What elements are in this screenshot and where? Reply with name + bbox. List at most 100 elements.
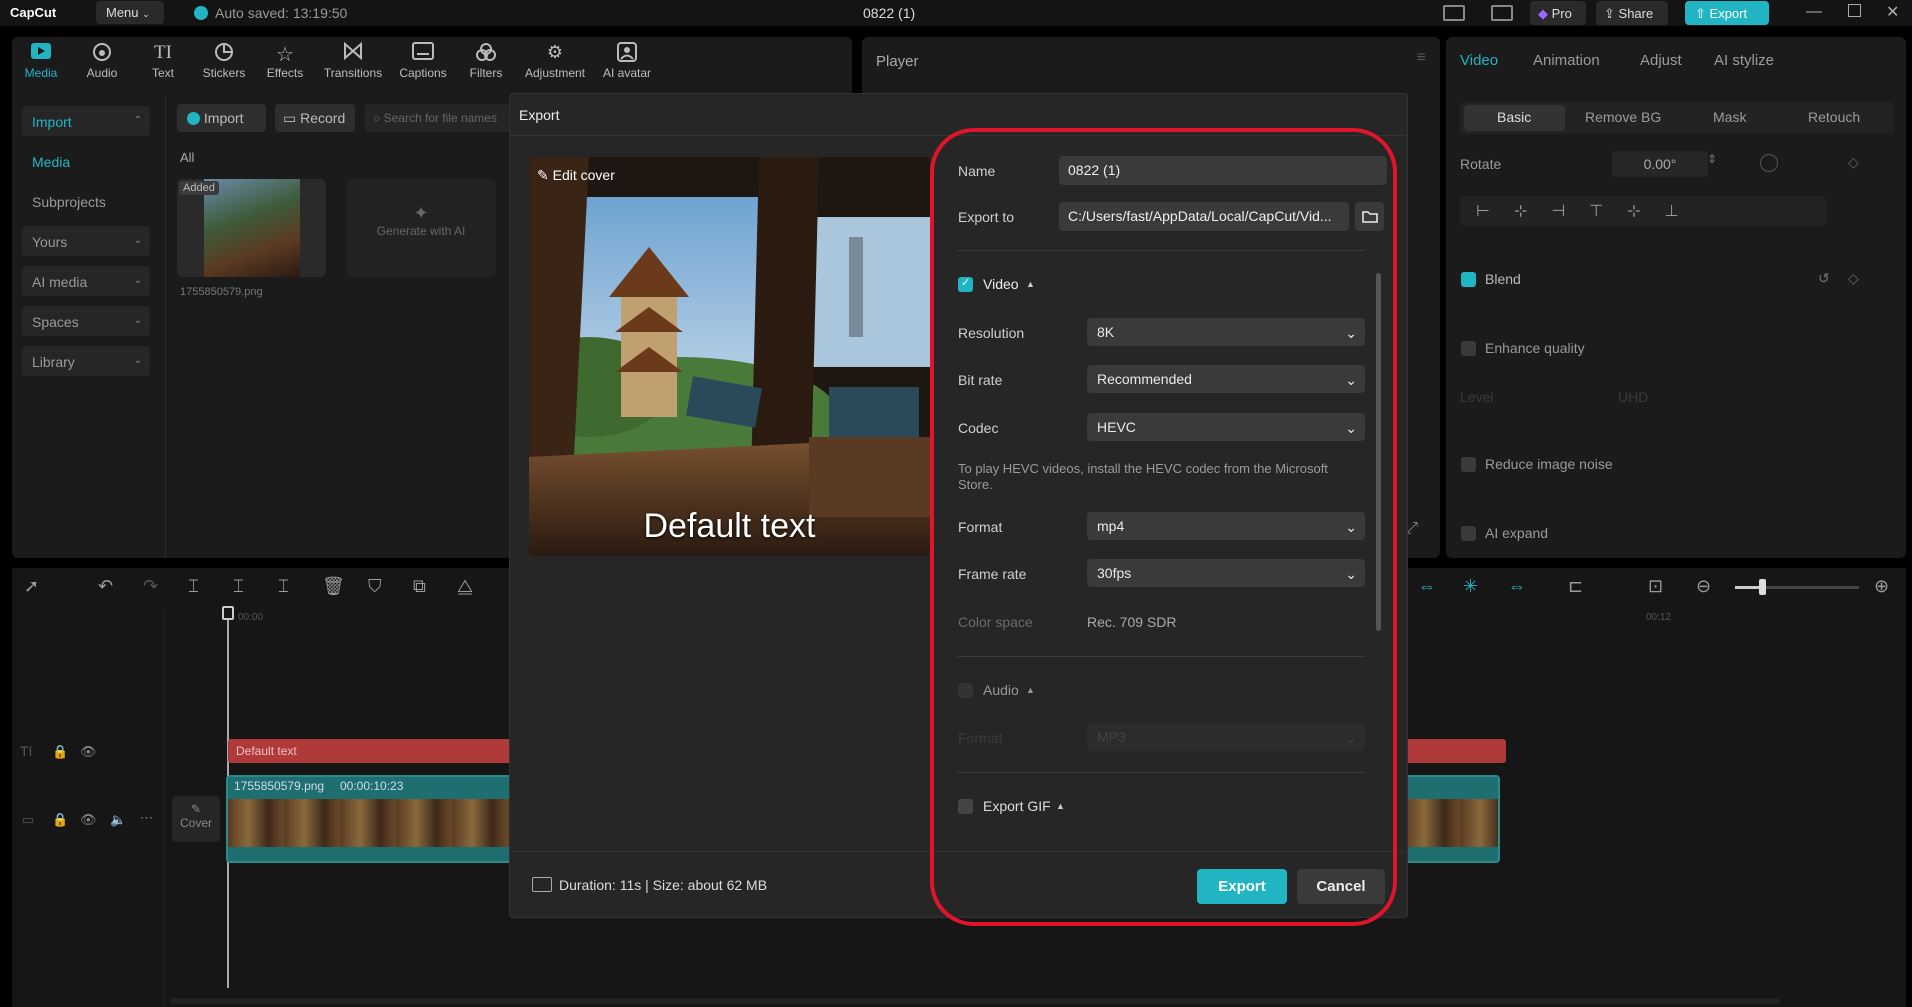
generate-with-ai-card[interactable]: ✦ Generate with AI [346, 179, 496, 277]
record-button[interactable]: ▭ Record [275, 104, 355, 132]
tool-text[interactable]: TI Text [132, 42, 194, 80]
mirror-icon[interactable]: ⧋ [457, 576, 473, 597]
sticker-icon [193, 42, 255, 66]
zoom-slider-fill [1735, 586, 1762, 589]
tool-label: Audio [86, 66, 118, 80]
volume-icon[interactable]: 🔈 [110, 812, 126, 828]
minimize-icon[interactable]: — [1806, 3, 1822, 21]
zoom-slider[interactable] [1735, 586, 1859, 589]
eye-icon[interactable]: 👁 [80, 812, 97, 828]
tool-transitions[interactable]: Transitions [322, 42, 384, 80]
redo-icon[interactable]: ↷ [143, 576, 158, 597]
zoom-in-icon[interactable]: ⊕ [1874, 576, 1889, 597]
lock-icon[interactable]: 🔒 [52, 812, 68, 828]
edit-cover-button[interactable]: ✎ Edit cover [537, 167, 615, 184]
reduce-noise-checkbox[interactable] [1461, 457, 1476, 472]
stepper-icon[interactable]: ⇕ [1707, 152, 1717, 166]
marker-icon[interactable]: ⛉ [368, 576, 382, 597]
link-icon[interactable]: ⇔ [1418, 576, 1436, 597]
level-label: Level [1460, 389, 1494, 405]
sidebar-item-label: AI media [32, 274, 88, 290]
zoom-slider-handle[interactable] [1759, 579, 1766, 595]
chevron-up-icon: ⌃ [133, 115, 142, 126]
media-item[interactable]: Added [177, 179, 326, 277]
subtab-remove-bg[interactable]: Remove BG [1585, 109, 1661, 125]
tab-animation[interactable]: Animation [1533, 52, 1600, 69]
eye-icon[interactable]: 👁 [80, 744, 97, 760]
pro-button[interactable]: ◆ Pro [1530, 1, 1586, 25]
film-icon [532, 877, 552, 892]
highlight-box [930, 128, 1397, 926]
snap-icon[interactable]: ⇔ [1508, 576, 1526, 597]
tool-audio[interactable]: Audio [71, 42, 133, 80]
delete-icon[interactable]: 🗑 [322, 576, 345, 597]
magnet-icon[interactable]: ✳ [1463, 576, 1478, 597]
captions-icon [392, 42, 454, 66]
dialog-title: Export [519, 107, 560, 123]
tool-label: Filters [469, 66, 503, 80]
zoom-out-icon[interactable]: ⊖ [1696, 576, 1711, 597]
tool-adjustment[interactable]: ⚙ Adjustment [516, 42, 594, 80]
filter-all[interactable]: All [180, 150, 194, 165]
tool-label: AI avatar [602, 66, 652, 80]
keyframe-icon[interactable]: ◇ [1848, 154, 1859, 171]
ai-expand-checkbox[interactable] [1461, 526, 1476, 541]
timecode-start: 00:00 [238, 612, 264, 623]
menu-icon[interactable]: ≡ [1417, 49, 1426, 67]
ai-expand-label: AI expand [1485, 525, 1549, 541]
close-icon[interactable]: ✕ [1886, 2, 1899, 22]
tab-ai-stylize[interactable]: AI stylize [1714, 52, 1774, 69]
rotate-dial-icon[interactable] [1760, 154, 1778, 172]
cover-button[interactable]: ✎ Cover [172, 796, 220, 842]
shortcut-icon[interactable] [1491, 5, 1513, 21]
preview-axis-icon[interactable]: ⊏ [1568, 576, 1583, 597]
sidebar-item-media[interactable]: Media [32, 154, 70, 170]
autosave-status: Auto saved: 13:19:50 [215, 5, 348, 21]
sidebar-library[interactable]: Library ⌄ [22, 346, 150, 376]
export-top-button[interactable]: ⇧ Export [1685, 1, 1769, 25]
undo-icon[interactable]: ↶ [98, 576, 113, 597]
menu-button[interactable]: Menu ⌄ [96, 1, 164, 24]
sidebar-import[interactable]: Import ⌃ [22, 106, 150, 136]
rotate-input[interactable]: 0.00° [1612, 151, 1708, 177]
search-icon: ○ [373, 111, 381, 125]
select-tool-icon[interactable]: ➚ [24, 576, 39, 597]
sidebar-yours[interactable]: Yours ⌄ [22, 226, 150, 256]
enhance-checkbox[interactable] [1461, 341, 1476, 356]
search-input[interactable]: ○ Search for file names [365, 104, 510, 132]
import-button[interactable]: Import [177, 104, 266, 132]
tool-media[interactable]: Media [10, 42, 72, 80]
keyframe-icon[interactable]: ◇ [1848, 270, 1859, 287]
split-left-icon[interactable]: ⌶ [233, 576, 244, 597]
subtab-retouch[interactable]: Retouch [1808, 109, 1860, 125]
playhead-handle[interactable] [222, 606, 234, 620]
text-icon: TI [154, 42, 172, 63]
export-summary: Duration: 11s | Size: about 62 MB [559, 877, 768, 893]
subtab-mask[interactable]: Mask [1713, 109, 1746, 125]
fit-icon[interactable]: ⊡ [1648, 576, 1663, 597]
subtab-basic[interactable]: Basic [1497, 109, 1531, 125]
text-track-icon: TI [20, 743, 33, 759]
tool-stickers[interactable]: Stickers [193, 42, 255, 80]
tab-adjust[interactable]: Adjust [1640, 52, 1682, 69]
split-icon[interactable]: ⌶ [188, 576, 199, 597]
lock-icon[interactable]: 🔒 [52, 744, 68, 760]
sidebar-ai-media[interactable]: AI media ⌄ [22, 266, 150, 296]
share-button[interactable]: ⇪ Share [1596, 1, 1668, 25]
tool-captions[interactable]: Captions [392, 42, 454, 80]
tool-ai-avatar[interactable]: AI avatar [596, 42, 658, 80]
split-right-icon[interactable]: ⌶ [278, 576, 289, 597]
sidebar-item-subprojects[interactable]: Subprojects [32, 194, 106, 210]
crop-icon[interactable]: ⧉ [413, 576, 426, 597]
align-toolbar[interactable]: ⊢⊹⊣⊤⊹⊥ [1460, 196, 1826, 226]
timeline-scrollbar[interactable] [170, 998, 1780, 1004]
tool-effects[interactable]: ☆ Effects [254, 42, 316, 80]
tab-video[interactable]: Video [1460, 52, 1498, 69]
reset-icon[interactable]: ↺ [1818, 270, 1830, 287]
tool-filters[interactable]: Filters [455, 42, 517, 80]
more-icon[interactable]: ⋯ [140, 810, 153, 826]
layout-icon[interactable] [1443, 5, 1465, 21]
sidebar-spaces[interactable]: Spaces ⌄ [22, 306, 150, 336]
blend-checkbox[interactable] [1461, 272, 1476, 287]
maximize-icon[interactable] [1848, 4, 1861, 17]
